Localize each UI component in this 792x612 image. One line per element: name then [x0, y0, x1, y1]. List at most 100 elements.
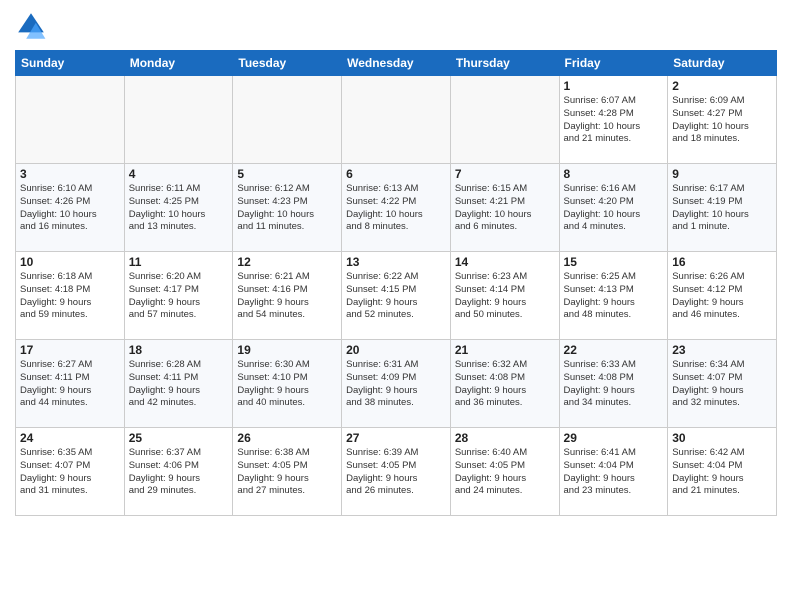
- day-number: 30: [672, 431, 772, 445]
- calendar-cell: [450, 76, 559, 164]
- calendar-cell: 30 Sunrise: 6:42 AM Sunset: 4:04 PM Dayli…: [668, 428, 777, 516]
- calendar-cell: 29Sunrise: 6:41 AM Sunset: 4:04 PM Dayli…: [559, 428, 668, 516]
- calendar-cell: [124, 76, 233, 164]
- weekday-monday: Monday: [124, 51, 233, 76]
- calendar-cell: 2 Sunrise: 6:09 AM Sunset: 4:27 PM Daylig…: [668, 76, 777, 164]
- day-info: Sunrise: 6:33 AM Sunset: 4:08 PM Dayligh…: [564, 359, 664, 410]
- calendar-cell: 19Sunrise: 6:30 AM Sunset: 4:10 PM Dayli…: [233, 340, 342, 428]
- calendar-cell: 24 Sunrise: 6:35 AM Sunset: 4:07 PM Dayli…: [16, 428, 125, 516]
- day-info: Sunrise: 6:28 AM Sunset: 4:11 PM Dayligh…: [129, 359, 229, 410]
- weekday-wednesday: Wednesday: [342, 51, 451, 76]
- day-number: 13: [346, 255, 446, 269]
- calendar-cell: 9 Sunrise: 6:17 AM Sunset: 4:19 PM Daylig…: [668, 164, 777, 252]
- weekday-sunday: Sunday: [16, 51, 125, 76]
- calendar-cell: 17 Sunrise: 6:27 AM Sunset: 4:11 PM Dayli…: [16, 340, 125, 428]
- day-info: Sunrise: 6:34 AM Sunset: 4:07 PM Dayligh…: [672, 359, 772, 410]
- day-info: Sunrise: 6:09 AM Sunset: 4:27 PM Dayligh…: [672, 95, 772, 146]
- day-number: 3: [20, 167, 120, 181]
- calendar-cell: 12Sunrise: 6:21 AM Sunset: 4:16 PM Dayli…: [233, 252, 342, 340]
- day-number: 8: [564, 167, 664, 181]
- day-number: 20: [346, 343, 446, 357]
- day-info: Sunrise: 6:22 AM Sunset: 4:15 PM Dayligh…: [346, 271, 446, 322]
- day-info: Sunrise: 6:23 AM Sunset: 4:14 PM Dayligh…: [455, 271, 555, 322]
- day-number: 17: [20, 343, 120, 357]
- weekday-friday: Friday: [559, 51, 668, 76]
- day-number: 18: [129, 343, 229, 357]
- calendar-week-4: 17 Sunrise: 6:27 AM Sunset: 4:11 PM Dayli…: [16, 340, 777, 428]
- calendar-week-1: 1 Sunrise: 6:07 AM Sunset: 4:28 PM Daylig…: [16, 76, 777, 164]
- day-info: Sunrise: 6:07 AM Sunset: 4:28 PM Dayligh…: [564, 95, 664, 146]
- calendar-week-5: 24 Sunrise: 6:35 AM Sunset: 4:07 PM Dayli…: [16, 428, 777, 516]
- header: [15, 10, 777, 42]
- day-info: Sunrise: 6:11 AM Sunset: 4:25 PM Dayligh…: [129, 183, 229, 234]
- day-info: Sunrise: 6:32 AM Sunset: 4:08 PM Dayligh…: [455, 359, 555, 410]
- calendar-cell: 18 Sunrise: 6:28 AM Sunset: 4:11 PM Dayli…: [124, 340, 233, 428]
- calendar-cell: 15 Sunrise: 6:25 AM Sunset: 4:13 PM Dayli…: [559, 252, 668, 340]
- day-number: 29: [564, 431, 664, 445]
- day-number: 10: [20, 255, 120, 269]
- calendar-cell: 28 Sunrise: 6:40 AM Sunset: 4:05 PM Dayli…: [450, 428, 559, 516]
- calendar-cell: 27 Sunrise: 6:39 AM Sunset: 4:05 PM Dayli…: [342, 428, 451, 516]
- day-info: Sunrise: 6:21 AM Sunset: 4:16 PM Dayligh…: [237, 271, 337, 322]
- calendar-cell: 1 Sunrise: 6:07 AM Sunset: 4:28 PM Daylig…: [559, 76, 668, 164]
- day-number: 22: [564, 343, 664, 357]
- day-number: 27: [346, 431, 446, 445]
- day-number: 21: [455, 343, 555, 357]
- day-info: Sunrise: 6:42 AM Sunset: 4:04 PM Dayligh…: [672, 447, 772, 498]
- day-info: Sunrise: 6:35 AM Sunset: 4:07 PM Dayligh…: [20, 447, 120, 498]
- day-number: 25: [129, 431, 229, 445]
- day-number: 15: [564, 255, 664, 269]
- weekday-thursday: Thursday: [450, 51, 559, 76]
- day-info: Sunrise: 6:17 AM Sunset: 4:19 PM Dayligh…: [672, 183, 772, 234]
- calendar-cell: 23 Sunrise: 6:34 AM Sunset: 4:07 PM Dayli…: [668, 340, 777, 428]
- day-info: Sunrise: 6:37 AM Sunset: 4:06 PM Dayligh…: [129, 447, 229, 498]
- day-info: Sunrise: 6:27 AM Sunset: 4:11 PM Dayligh…: [20, 359, 120, 410]
- page: SundayMondayTuesdayWednesdayThursdayFrid…: [0, 0, 792, 612]
- weekday-header-row: SundayMondayTuesdayWednesdayThursdayFrid…: [16, 51, 777, 76]
- day-number: 5: [237, 167, 337, 181]
- day-number: 23: [672, 343, 772, 357]
- calendar-cell: 8 Sunrise: 6:16 AM Sunset: 4:20 PM Daylig…: [559, 164, 668, 252]
- calendar-cell: 6Sunrise: 6:13 AM Sunset: 4:22 PM Daylig…: [342, 164, 451, 252]
- day-info: Sunrise: 6:25 AM Sunset: 4:13 PM Dayligh…: [564, 271, 664, 322]
- weekday-saturday: Saturday: [668, 51, 777, 76]
- calendar-cell: 5 Sunrise: 6:12 AM Sunset: 4:23 PM Daylig…: [233, 164, 342, 252]
- day-number: 1: [564, 79, 664, 93]
- day-info: Sunrise: 6:18 AM Sunset: 4:18 PM Dayligh…: [20, 271, 120, 322]
- logo-icon: [15, 10, 47, 42]
- day-info: Sunrise: 6:38 AM Sunset: 4:05 PM Dayligh…: [237, 447, 337, 498]
- calendar-cell: 3Sunrise: 6:10 AM Sunset: 4:26 PM Daylig…: [16, 164, 125, 252]
- day-number: 7: [455, 167, 555, 181]
- calendar-cell: 16Sunrise: 6:26 AM Sunset: 4:12 PM Dayli…: [668, 252, 777, 340]
- day-number: 14: [455, 255, 555, 269]
- day-info: Sunrise: 6:15 AM Sunset: 4:21 PM Dayligh…: [455, 183, 555, 234]
- day-number: 24: [20, 431, 120, 445]
- day-number: 2: [672, 79, 772, 93]
- calendar-cell: 4 Sunrise: 6:11 AM Sunset: 4:25 PM Daylig…: [124, 164, 233, 252]
- day-number: 4: [129, 167, 229, 181]
- calendar-week-2: 3Sunrise: 6:10 AM Sunset: 4:26 PM Daylig…: [16, 164, 777, 252]
- day-number: 26: [237, 431, 337, 445]
- weekday-tuesday: Tuesday: [233, 51, 342, 76]
- calendar-cell: 22 Sunrise: 6:33 AM Sunset: 4:08 PM Dayli…: [559, 340, 668, 428]
- day-number: 28: [455, 431, 555, 445]
- day-number: 9: [672, 167, 772, 181]
- calendar: SundayMondayTuesdayWednesdayThursdayFrid…: [15, 50, 777, 516]
- calendar-cell: [233, 76, 342, 164]
- day-info: Sunrise: 6:31 AM Sunset: 4:09 PM Dayligh…: [346, 359, 446, 410]
- day-info: Sunrise: 6:39 AM Sunset: 4:05 PM Dayligh…: [346, 447, 446, 498]
- calendar-cell: [342, 76, 451, 164]
- day-info: Sunrise: 6:40 AM Sunset: 4:05 PM Dayligh…: [455, 447, 555, 498]
- day-number: 11: [129, 255, 229, 269]
- calendar-cell: 26 Sunrise: 6:38 AM Sunset: 4:05 PM Dayli…: [233, 428, 342, 516]
- calendar-cell: 11Sunrise: 6:20 AM Sunset: 4:17 PM Dayli…: [124, 252, 233, 340]
- day-number: 6: [346, 167, 446, 181]
- calendar-week-3: 10 Sunrise: 6:18 AM Sunset: 4:18 PM Dayli…: [16, 252, 777, 340]
- day-info: Sunrise: 6:16 AM Sunset: 4:20 PM Dayligh…: [564, 183, 664, 234]
- calendar-cell: 13 Sunrise: 6:22 AM Sunset: 4:15 PM Dayli…: [342, 252, 451, 340]
- day-info: Sunrise: 6:30 AM Sunset: 4:10 PM Dayligh…: [237, 359, 337, 410]
- calendar-cell: [16, 76, 125, 164]
- day-info: Sunrise: 6:12 AM Sunset: 4:23 PM Dayligh…: [237, 183, 337, 234]
- calendar-cell: 25 Sunrise: 6:37 AM Sunset: 4:06 PM Dayli…: [124, 428, 233, 516]
- calendar-cell: 7 Sunrise: 6:15 AM Sunset: 4:21 PM Daylig…: [450, 164, 559, 252]
